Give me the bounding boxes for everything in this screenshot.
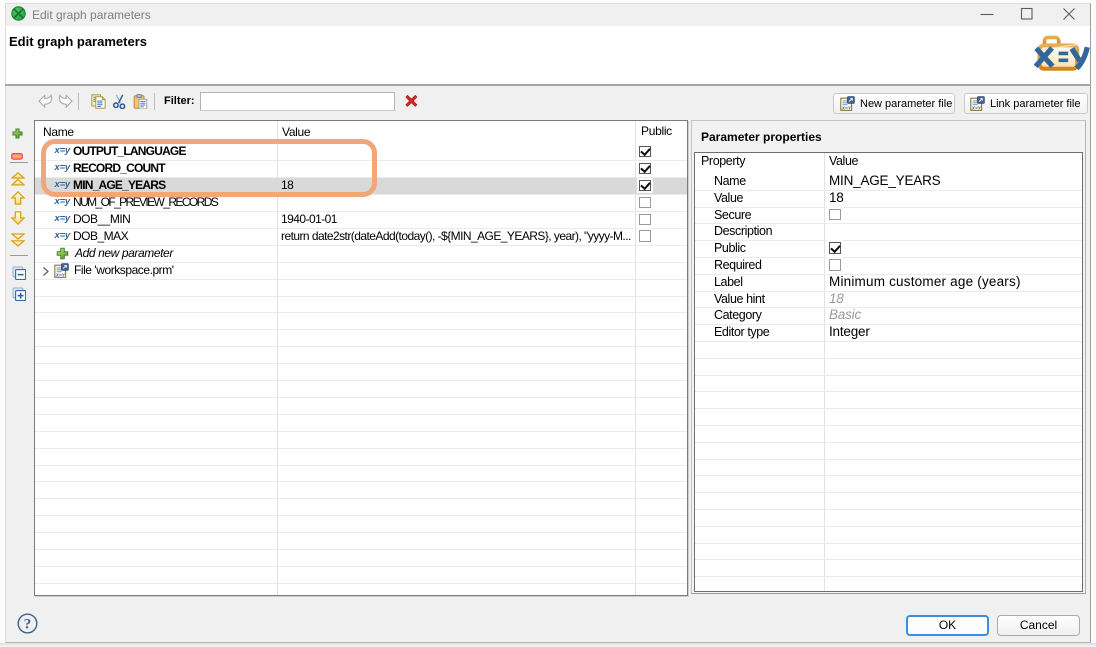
svg-text:X=Y: X=Y <box>55 272 66 277</box>
svg-text:X=Y: X=Y <box>841 106 852 111</box>
svg-text:X=Y: X=Y <box>971 106 982 111</box>
svg-text:?: ? <box>24 617 32 633</box>
